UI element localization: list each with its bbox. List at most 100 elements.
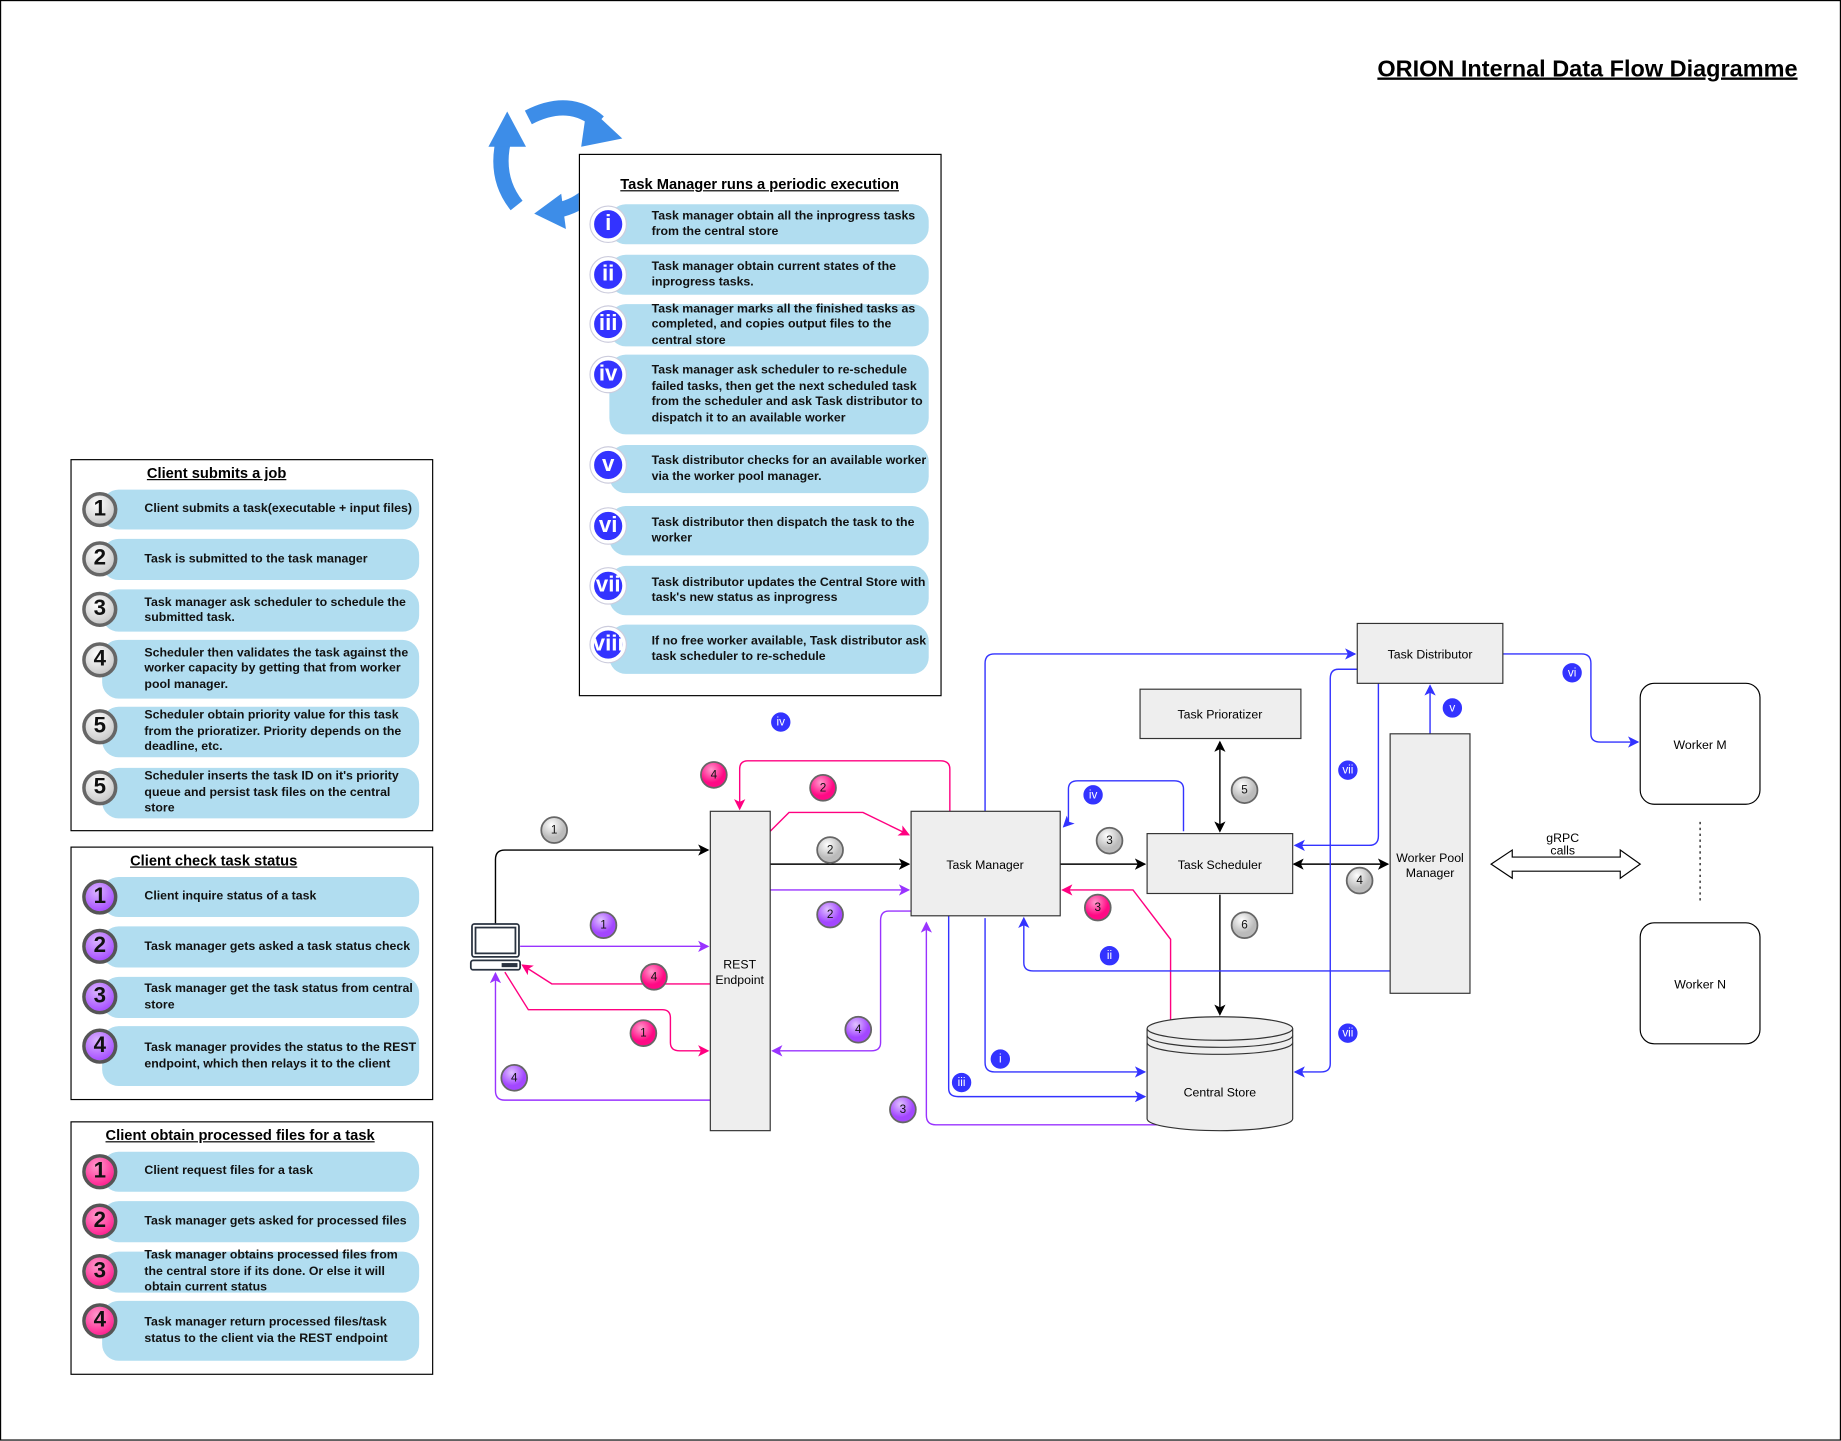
central-store-label: Central Store — [1184, 1086, 1257, 1100]
badge-purple: 2 — [816, 900, 844, 929]
step-number-badge: 3 — [82, 979, 118, 1015]
badge-label: v — [1449, 701, 1455, 714]
step-number-badge: 2 — [82, 1203, 118, 1239]
step-number-badge: iii — [590, 306, 626, 342]
step-text: Scheduler obtain priority value for this… — [144, 708, 402, 755]
badge-label: 2 — [827, 908, 834, 921]
step-number-badge: 4 — [82, 1303, 118, 1339]
badge-pink: 4 — [700, 761, 728, 789]
task-distributor-label: Task Distributor — [1388, 648, 1473, 662]
task-scheduler-label: Task Scheduler — [1178, 858, 1262, 872]
step-number-badge: ii — [590, 257, 626, 293]
badge-label: 4 — [511, 1071, 518, 1084]
badge-label: i — [999, 1053, 1002, 1066]
task-distributor-node[interactable]: Task Distributor — [1356, 622, 1504, 684]
badge-label: iv — [1089, 788, 1098, 801]
step-text: Task distributor then dispatch the task … — [651, 514, 915, 545]
badge-label: ii — [1107, 949, 1112, 962]
badge-blue: v — [1440, 696, 1464, 720]
panel-title: Task Manager runs a periodic execution — [620, 176, 899, 193]
badge-gray: 5 — [1230, 776, 1259, 804]
step-number-badge: 3 — [82, 591, 118, 627]
badge-label: 3 — [1106, 834, 1113, 847]
step-number-badge: viii — [590, 626, 626, 663]
badge-label: 6 — [1241, 919, 1248, 932]
badge-gray: 3 — [1095, 826, 1124, 855]
badge-blue: vii — [1336, 1021, 1360, 1045]
step-text: Scheduler then validates the task agains… — [144, 645, 409, 692]
step-text: Task manager ask scheduler to re-schedul… — [651, 362, 923, 425]
grpc-label: gRPC — [1546, 831, 1579, 845]
badge-label: 2 — [820, 781, 827, 794]
rest-endpoint-node[interactable]: REST Endpoint — [709, 810, 771, 1132]
badge-pink: 1 — [629, 1019, 658, 1048]
badge-pink: 4 — [640, 963, 668, 991]
step-text: Task manager obtains processed files fro… — [144, 1248, 398, 1295]
badge-purple: 3 — [889, 1095, 917, 1124]
rest-endpoint-label: REST — [723, 958, 756, 972]
badge-label: 1 — [600, 919, 607, 932]
step-text: Client submits a task(executable + input… — [144, 501, 412, 516]
badge-label: 1 — [640, 1027, 647, 1040]
step-number-badge: 4 — [82, 1028, 118, 1064]
rest-endpoint-label-2: Endpoint — [715, 973, 764, 987]
task-manager-label: Task Manager — [946, 858, 1023, 872]
step-number-badge: 5 — [82, 709, 118, 745]
worker-pool-manager-node[interactable]: Worker Pool Manager — [1389, 733, 1471, 994]
badge-label: 3 — [900, 1103, 907, 1116]
step-text: Task manager obtain all the inprogress t… — [651, 208, 916, 239]
grpc-calls-arrow: gRPC calls — [1490, 831, 1642, 880]
step-number-badge: 1 — [82, 1154, 118, 1190]
badge-label: 2 — [827, 844, 834, 857]
step-number-badge: 2 — [82, 541, 118, 577]
badge-gray: 6 — [1230, 911, 1259, 939]
panel-title: Client submits a job — [146, 464, 287, 482]
badge-label: iv — [777, 716, 786, 729]
task-manager-node[interactable]: Task Manager — [910, 810, 1061, 917]
step-number-badge: vii — [590, 568, 626, 604]
badge-blue: i — [988, 1047, 1012, 1071]
badge-label: 5 — [1241, 784, 1248, 797]
step-text: Task manager obtain current states of th… — [651, 258, 896, 289]
badge-label: 1 — [551, 824, 558, 837]
step-number-badge: 4 — [82, 642, 118, 678]
worker-n-node[interactable]: Worker N — [1639, 922, 1761, 1045]
step-text: Task manager gets asked a task status ch… — [144, 938, 411, 954]
step-number-badge: 2 — [82, 928, 118, 964]
badge-blue: iv — [769, 710, 793, 734]
step-text: Task is submitted to the task manager — [144, 551, 368, 566]
step-number-badge: 5 — [82, 770, 118, 806]
badge-blue: vi — [1560, 661, 1584, 685]
task-prioratizer-node[interactable]: Task Prioratizer — [1139, 688, 1302, 740]
worker-m-node[interactable]: Worker M — [1639, 682, 1761, 805]
worker-pool-label-2: Manager — [1406, 866, 1455, 880]
client-computer-icon[interactable] — [469, 923, 522, 971]
badge-blue: iii — [950, 1071, 974, 1094]
step-text: Task manager return processed files/task… — [144, 1314, 388, 1345]
badge-blue: iv — [1081, 783, 1105, 807]
step-text: Client request files for a task — [144, 1163, 313, 1178]
step-text: Task manager marks all the finished task… — [651, 301, 916, 348]
worker-n-label: Worker N — [1674, 978, 1726, 992]
step-number-badge: 1 — [82, 879, 118, 915]
step-number-badge: 1 — [82, 491, 118, 528]
badge-label: vii — [1342, 1027, 1353, 1040]
badge-pink: 3 — [1083, 893, 1112, 922]
worker-pool-label: Worker Pool — [1396, 851, 1464, 865]
step-number-badge: v — [590, 447, 626, 483]
task-prioratizer-label: Task Prioratizer — [1177, 708, 1262, 722]
panel-title: Client check task status — [130, 852, 298, 869]
badge-gray: 4 — [1345, 866, 1374, 895]
panel-title: Client obtain processed files for a task — [105, 1127, 375, 1144]
badge-label: 4 — [1356, 874, 1363, 887]
step-number-badge: 3 — [82, 1253, 118, 1290]
step-text: Scheduler inserts the task ID on it's pr… — [144, 769, 399, 816]
central-store-node[interactable]: Central Store — [1146, 1016, 1294, 1132]
badge-label: 4 — [855, 1023, 862, 1036]
step-text: Client inquire status of a task — [144, 889, 317, 904]
task-scheduler-node[interactable]: Task Scheduler — [1146, 833, 1294, 895]
badge-blue: vii — [1336, 758, 1360, 782]
step-text: Task distributor updates the Central Sto… — [651, 574, 926, 605]
badge-label: 4 — [711, 768, 718, 781]
step-number-badge: i — [590, 206, 626, 242]
